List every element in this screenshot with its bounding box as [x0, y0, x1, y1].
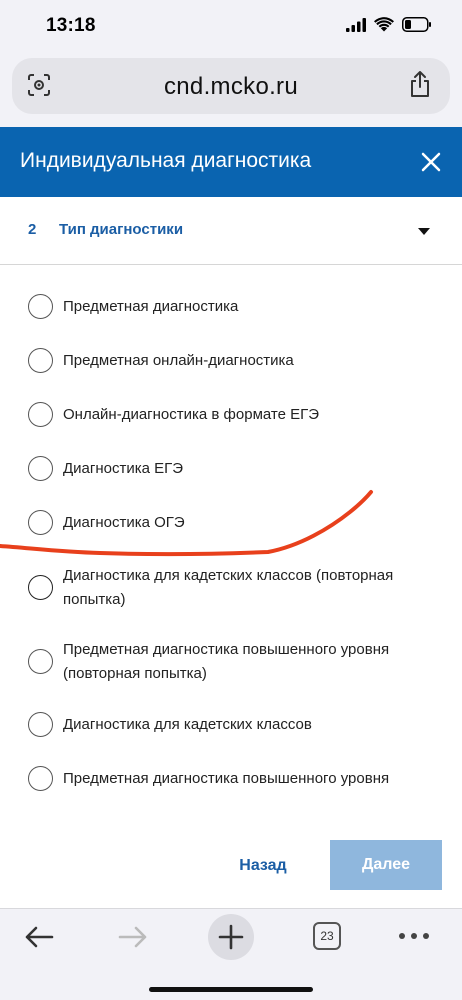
screen: 13:18 cnd.mcko.ru Индивидуальная диагнос…: [0, 0, 462, 1000]
step-header[interactable]: 2 Тип диагностики: [0, 197, 462, 265]
browser-address-area: cnd.mcko.ru: [0, 52, 462, 127]
option-label: Предметная онлайн-диагностика: [63, 352, 294, 369]
status-icons: [346, 17, 432, 32]
wifi-icon: [374, 17, 394, 32]
option-label: Диагностика для кадетских классов (повто…: [63, 567, 394, 608]
home-indicator: [149, 987, 313, 992]
share-icon[interactable]: [408, 70, 432, 98]
cellular-signal-icon: [346, 17, 366, 32]
option-label: Диагностика ЕГЭ: [63, 460, 184, 477]
radio-button[interactable]: [28, 510, 53, 535]
more-dots-icon[interactable]: [398, 931, 430, 941]
option-label: Диагностика для кадетских классов: [63, 716, 312, 733]
radio-button[interactable]: [28, 649, 53, 674]
radio-button[interactable]: [28, 294, 53, 319]
radio-button[interactable]: [28, 712, 53, 737]
radio-button[interactable]: [28, 402, 53, 427]
status-bar: 13:18: [0, 0, 462, 52]
tabs-button[interactable]: 23: [313, 922, 341, 950]
radio-button[interactable]: [28, 456, 53, 481]
status-time: 13:18: [46, 15, 96, 36]
plus-icon: [218, 924, 244, 950]
option-label: Предметная диагностика повышенного уровн…: [63, 770, 390, 787]
forward-arrow-icon[interactable]: [116, 923, 150, 951]
new-tab-button[interactable]: [208, 914, 254, 960]
modal-header: Индивидуальная диагностика: [0, 127, 462, 197]
step-number: 2: [28, 221, 37, 238]
url-bar[interactable]: cnd.mcko.ru: [12, 58, 450, 114]
option-label: Предметная диагностика повышенного уровн…: [63, 641, 390, 682]
back-arrow-icon[interactable]: [22, 923, 56, 951]
radio-button[interactable]: [28, 348, 53, 373]
caret-down-icon[interactable]: [418, 228, 430, 235]
url-text[interactable]: cnd.mcko.ru: [12, 73, 450, 101]
radio-button[interactable]: [28, 766, 53, 791]
step-title: Тип диагностики: [59, 221, 184, 238]
battery-icon: [402, 17, 431, 32]
browser-toolbar: 23: [0, 908, 462, 1000]
close-icon[interactable]: [416, 147, 446, 177]
back-button[interactable]: Назад: [228, 852, 298, 880]
radio-button[interactable]: [28, 575, 53, 600]
option-label: Онлайн-диагностика в формате ЕГЭ: [63, 406, 320, 423]
option-label: Предметная диагностика: [63, 298, 239, 315]
next-button[interactable]: Далее: [330, 840, 442, 890]
option-label: Диагностика ОГЭ: [63, 514, 185, 531]
modal-title: Индивидуальная диагностика: [20, 149, 312, 172]
